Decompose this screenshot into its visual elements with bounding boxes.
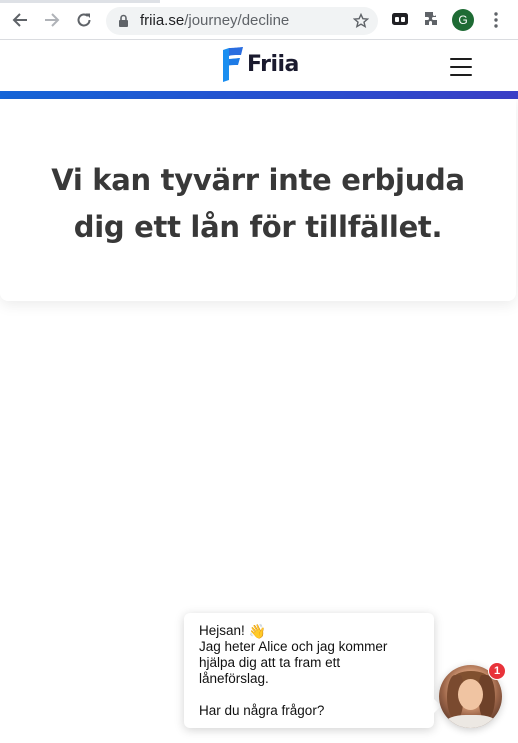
chat-question: Har du några frågor? [199, 703, 325, 718]
profile-avatar[interactable]: G [452, 9, 474, 31]
chat-notification-badge: 1 [488, 662, 506, 680]
star-icon[interactable] [353, 13, 369, 29]
lock-icon [119, 14, 128, 27]
waving-hand-icon: 👋 [248, 623, 267, 639]
browser-toolbar: friia.se/journey/decline G [0, 0, 518, 40]
hamburger-menu-button[interactable] [450, 58, 472, 76]
site-header: Friia [0, 41, 518, 91]
back-button[interactable] [9, 9, 31, 31]
forward-button[interactable] [41, 9, 63, 31]
decline-heading: Vi kan tyvärr inte erbjuda dig ett lån f… [0, 157, 516, 251]
chat-message-bubble[interactable]: Hejsan! 👋 Jag heter Alice och jag kommer… [184, 613, 441, 728]
chat-line: låneförslag. [199, 671, 269, 686]
extensions-icon[interactable] [423, 10, 441, 28]
chat-greeting: Hejsan! 👋 [199, 623, 267, 639]
forward-icon [45, 13, 60, 27]
chat-line: Jag heter Alice och jag kommer [199, 639, 388, 654]
address-bar[interactable]: friia.se/journey/decline [106, 7, 378, 35]
hamburger-icon [450, 58, 472, 60]
tab-strip-edge [0, 0, 518, 3]
tab-search-icon[interactable] [391, 10, 409, 28]
profile-initial: G [458, 13, 468, 27]
heading-line-1: Vi kan tyvärr inte erbjuda [51, 163, 465, 197]
chat-line: hjälpa dig att ta fram ett [199, 655, 341, 670]
kebab-menu-icon[interactable] [488, 11, 504, 29]
reload-icon [77, 13, 91, 27]
logo-text: Friia [247, 51, 299, 77]
reload-button[interactable] [73, 9, 95, 31]
friia-logo-mark-icon [223, 47, 243, 82]
decline-card: Vi kan tyvärr inte erbjuda dig ett lån f… [0, 99, 516, 301]
address-text: friia.se/journey/decline [140, 12, 290, 29]
friia-logo[interactable]: Friia [220, 45, 299, 83]
back-icon [12, 13, 27, 27]
heading-line-2: dig ett lån för tillfället. [73, 210, 443, 244]
header-gradient-bar [0, 91, 518, 99]
